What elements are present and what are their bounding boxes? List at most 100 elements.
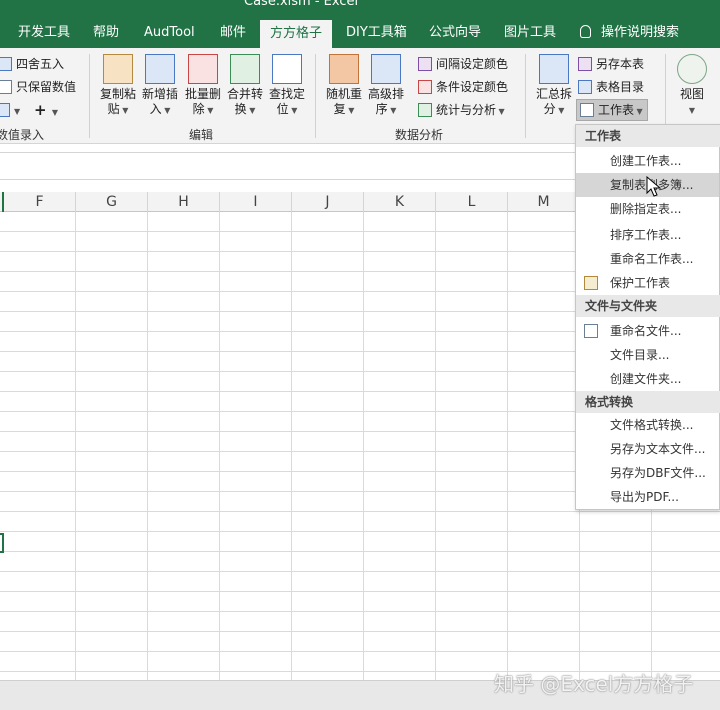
- tab-help[interactable]: 帮助: [93, 18, 119, 48]
- column-header-l[interactable]: L: [436, 192, 508, 212]
- column-header-f[interactable]: F: [4, 192, 76, 212]
- find-locate-button[interactable]: 查找定 位 ▼: [265, 54, 309, 120]
- sort-icon: [371, 54, 401, 84]
- tab-picture-tools[interactable]: 图片工具: [504, 18, 556, 48]
- group-divider: [89, 54, 90, 138]
- rename-file-label: 重命名文件...: [610, 324, 682, 338]
- view-label: 视图: [679, 87, 704, 101]
- menu-item-delete-sheets[interactable]: 删除指定表...: [576, 197, 719, 221]
- menu-section-format: 格式转换: [576, 391, 720, 413]
- lightbulb-icon: [580, 25, 591, 38]
- insert-label-2: 入: [149, 102, 162, 116]
- protect-sheet-label: 保护工作表: [610, 276, 671, 290]
- random-dup-label-2: 复: [333, 102, 346, 116]
- column-header-j[interactable]: J: [292, 192, 364, 212]
- batch-delete-button[interactable]: 批量删 除 ▼: [181, 54, 225, 120]
- sort-button[interactable]: 高级排 序 ▼: [364, 54, 408, 120]
- menu-item-format-convert[interactable]: 文件格式转换...: [576, 413, 719, 437]
- menu-item-create-sheet[interactable]: 创建工作表...: [576, 149, 719, 173]
- sheet-index-button[interactable]: 表格目录: [578, 77, 644, 97]
- sort-label-2: 序: [375, 102, 388, 116]
- menu-item-rename-files[interactable]: 重命名文件...: [576, 319, 719, 343]
- column-header-k[interactable]: K: [364, 192, 436, 212]
- copy-paste-button[interactable]: 复制粘 贴 ▼: [96, 54, 140, 120]
- menu-item-create-folders[interactable]: 创建文件夹...: [576, 367, 719, 391]
- tab-audtool[interactable]: AudTool: [144, 18, 195, 48]
- plus-dropdown[interactable]: + ▼: [34, 100, 58, 120]
- chevron-down-icon: ▼: [51, 108, 58, 117]
- stats-label: 统计与分析: [436, 103, 497, 117]
- menu-section-worksheet: 工作表: [576, 125, 720, 147]
- random-dup-label: 随机重: [325, 87, 362, 101]
- save-sheet-icon: [578, 57, 592, 71]
- condition-color-label: 条件设定颜色: [436, 80, 509, 94]
- menu-item-sort-sheets[interactable]: 排序工作表...: [576, 223, 719, 247]
- selected-cell[interactable]: [0, 533, 4, 553]
- menu-item-save-as-dbf[interactable]: 另存为DBF文件...: [576, 461, 719, 485]
- find-locate-icon: [272, 54, 302, 84]
- keep-values-label: 只保留数值: [16, 80, 77, 94]
- round-button[interactable]: 四舍五入: [0, 54, 64, 74]
- chevron-down-icon: ▼: [119, 106, 129, 115]
- column-header-g[interactable]: G: [76, 192, 148, 212]
- edit-icon: [0, 103, 10, 117]
- sort-label: 高级排: [367, 87, 404, 101]
- summary-split-button[interactable]: 汇总拆 分 ▼: [532, 54, 576, 120]
- round-icon: [0, 57, 12, 71]
- group-divider: [315, 54, 316, 138]
- condition-color-button[interactable]: 条件设定颜色: [418, 77, 508, 97]
- title-bar: Case.xlsm - Excel: [0, 0, 720, 18]
- interval-color-button[interactable]: 间隔设定颜色: [418, 54, 508, 74]
- copy-paste-label-2: 贴: [107, 102, 120, 116]
- menu-item-save-as-text[interactable]: 另存为文本文件...: [576, 437, 719, 461]
- random-dup-button[interactable]: 随机重 复 ▼: [322, 54, 366, 120]
- insert-button[interactable]: 新增插 入 ▼: [138, 54, 182, 120]
- sheet-index-icon: [578, 80, 592, 94]
- chevron-down-icon: ▼: [688, 106, 696, 115]
- mouse-cursor-icon: [646, 176, 662, 197]
- view-button[interactable]: 视图 ▼: [670, 54, 714, 120]
- edit-dropdown[interactable]: ▼: [0, 100, 20, 120]
- chevron-down-icon: ▼: [387, 106, 397, 115]
- group-label-value-entry: 数值录入: [0, 128, 45, 142]
- menu-item-file-index[interactable]: 文件目录...: [576, 343, 719, 367]
- interval-color-label: 间隔设定颜色: [436, 57, 509, 71]
- tab-diy-toolbox[interactable]: DIY工具箱: [346, 18, 407, 48]
- menu-section-files: 文件与文件夹: [576, 295, 720, 317]
- merge-convert-label: 合并转: [226, 87, 263, 101]
- save-sheet-button[interactable]: 另存本表: [578, 54, 644, 74]
- chevron-down-icon: ▼: [14, 107, 21, 116]
- column-header-i[interactable]: I: [220, 192, 292, 212]
- stats-button[interactable]: 统计与分析 ▼: [418, 100, 505, 120]
- menu-item-protect-sheet[interactable]: 保护工作表: [576, 271, 719, 295]
- copy-paste-icon: [103, 54, 133, 84]
- watermark: 知乎 @Excel方方格子: [494, 672, 694, 696]
- chevron-down-icon: ▼: [204, 106, 214, 115]
- batch-delete-label-2: 除: [192, 102, 205, 116]
- merge-convert-button[interactable]: 合并转 换 ▼: [223, 54, 267, 120]
- tell-me-search[interactable]: 操作说明搜索: [580, 18, 679, 48]
- find-locate-label-2: 位: [276, 102, 289, 116]
- keep-values-button[interactable]: 只保留数值: [0, 77, 76, 97]
- tab-fangfanggezi[interactable]: 方方格子: [260, 20, 333, 48]
- copy-paste-label: 复制粘: [99, 87, 136, 101]
- column-header-m[interactable]: M: [508, 192, 580, 212]
- summary-split-icon: [539, 54, 569, 84]
- worksheet-label: 工作表: [598, 103, 635, 117]
- chevron-down-icon: ▼: [634, 107, 643, 116]
- tab-developer[interactable]: 开发工具: [18, 18, 70, 48]
- tab-formula-wizard[interactable]: 公式向导: [429, 18, 481, 48]
- column-header-h[interactable]: H: [148, 192, 220, 212]
- find-locate-label: 查找定: [268, 87, 305, 101]
- merge-convert-label-2: 换: [234, 102, 247, 116]
- sheet-index-label: 表格目录: [596, 80, 645, 94]
- keep-values-icon: [0, 80, 12, 94]
- menu-item-export-pdf[interactable]: 导出为PDF...: [576, 485, 719, 509]
- tab-mail[interactable]: 邮件: [220, 18, 246, 48]
- menu-item-rename-sheets[interactable]: 重命名工作表...: [576, 247, 719, 271]
- chevron-down-icon: ▼: [555, 106, 565, 115]
- worksheet-button[interactable]: 工作表 ▼: [576, 99, 648, 121]
- plus-icon: +: [34, 101, 47, 119]
- worksheet-icon: [580, 103, 594, 117]
- summary-split-label: 汇总拆: [535, 87, 572, 101]
